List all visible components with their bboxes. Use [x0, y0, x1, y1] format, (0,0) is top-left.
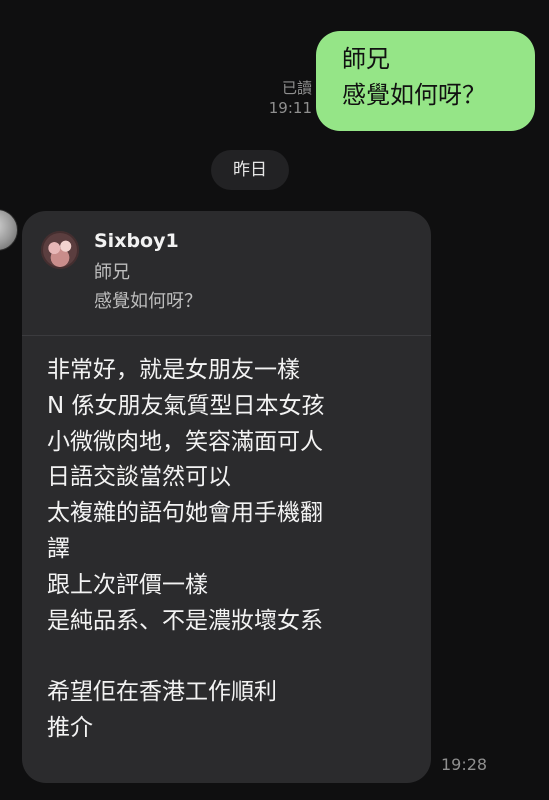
sender-avatar[interactable] [0, 209, 18, 251]
quoted-message-text: 師兄 感覺如何呀？ [94, 258, 202, 316]
outgoing-message-time: 19:11 [268, 99, 312, 117]
incoming-message-line: 跟上次評價一樣 [47, 571, 208, 598]
incoming-message-line: 非常好，就是女朋友一樣 [47, 357, 300, 383]
incoming-message-bubble[interactable]: Sixboy1 師兄 感覺如何呀？ 非常好，就是女朋友一樣 N 係女朋友氣質型日… [22, 211, 431, 783]
incoming-message-line: N 係女朋友氣質型日本女孩 [47, 392, 325, 419]
incoming-message-line: 小微微肉地，笑容滿面可人 [47, 428, 323, 455]
incoming-message-line: 推介 [47, 714, 93, 741]
read-status: 已讀 [281, 79, 312, 97]
chat-screen: 已讀 19:11 師兄 感覺如何呀？ 昨日 Sixboy1 師兄 感覺如何呀？ … [0, 0, 549, 800]
incoming-message-time: 19:28 [441, 755, 488, 774]
quoted-sender-avatar [41, 231, 79, 269]
outgoing-message-line: 感覺如何呀？ [342, 81, 486, 109]
quoted-message-line: 師兄 [94, 262, 130, 283]
incoming-message-line: 是純品系、不是濃妝壞女系 [47, 607, 323, 634]
quoted-message-line: 感覺如何呀？ [94, 291, 202, 312]
quoted-sender-name: Sixboy1 [94, 230, 179, 252]
quoted-reply[interactable]: Sixboy1 師兄 感覺如何呀？ [22, 211, 431, 335]
incoming-message-line: 日語交談當然可以 [47, 464, 231, 491]
outgoing-message-bubble[interactable]: 師兄 感覺如何呀？ [316, 31, 535, 131]
date-separator: 昨日 [211, 150, 289, 190]
incoming-message-line [47, 639, 417, 675]
incoming-message-line: 譯 [47, 535, 70, 562]
incoming-message-line: 希望佢在香港工作順利 [47, 679, 277, 706]
outgoing-message-meta: 已讀 19:11 [252, 78, 312, 118]
incoming-message-line: 太複雜的語句她會用手機翻 [47, 500, 323, 527]
quote-divider [22, 335, 431, 336]
outgoing-message-line: 師兄 [342, 45, 390, 73]
incoming-message-text: 非常好，就是女朋友一樣 N 係女朋友氣質型日本女孩 小微微肉地，笑容滿面可人 日… [47, 353, 417, 747]
